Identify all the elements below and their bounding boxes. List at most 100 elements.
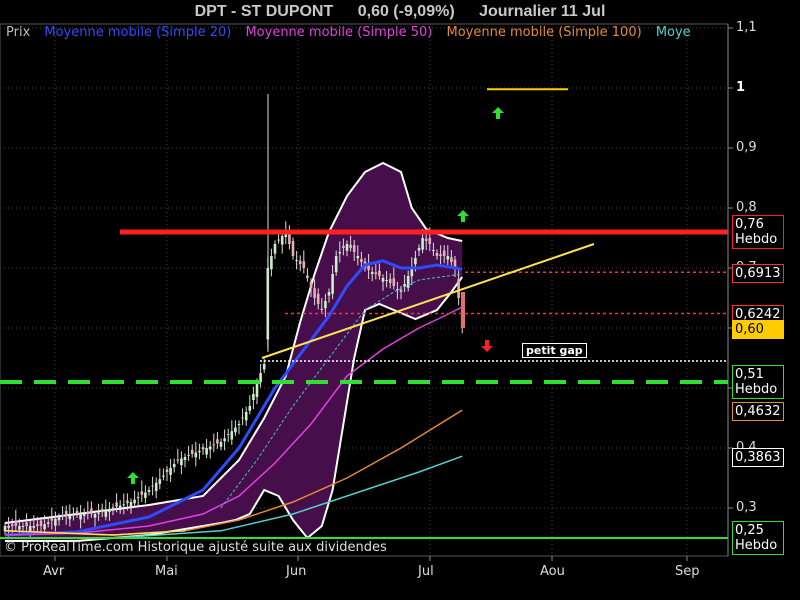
candle-body xyxy=(360,259,363,262)
candle-body xyxy=(331,274,334,294)
price-tag: 0,25 Hebdo xyxy=(732,521,784,555)
candle-body xyxy=(126,500,129,504)
candle-body xyxy=(90,508,93,514)
candle-body xyxy=(61,515,64,517)
candle-body xyxy=(180,458,183,466)
candle-body xyxy=(43,524,46,530)
candle-body xyxy=(352,245,356,252)
arrow-down-icon xyxy=(481,340,493,352)
candle-body xyxy=(255,382,259,397)
candle-body xyxy=(7,526,10,528)
candle-body xyxy=(100,508,104,512)
candle-body xyxy=(313,288,316,298)
candle-body xyxy=(147,490,151,492)
candle-body xyxy=(356,256,360,259)
price-tag-value: 0,3863 xyxy=(735,450,781,466)
price-tag: 0,6913 xyxy=(732,264,784,284)
band-fill xyxy=(5,163,463,541)
candle-body xyxy=(201,447,205,450)
candle-body xyxy=(28,526,32,532)
candle-body xyxy=(446,256,450,260)
candle-body xyxy=(93,514,97,518)
x-tick-label: Avr xyxy=(43,564,65,579)
price-tag-period: Hebdo xyxy=(735,232,778,247)
arrow-up-icon xyxy=(127,472,139,484)
candle-body xyxy=(381,278,385,282)
candle-body xyxy=(133,499,136,504)
candle-body xyxy=(262,364,266,370)
candle-body xyxy=(162,475,165,477)
candle-body xyxy=(212,444,216,446)
candle-body xyxy=(277,239,280,241)
candle-body xyxy=(14,520,18,526)
candle-body xyxy=(223,438,226,442)
candle-body xyxy=(25,522,28,526)
candle-body xyxy=(36,524,39,526)
candle-body xyxy=(349,244,352,248)
candle-body xyxy=(324,301,327,309)
candle-body xyxy=(399,289,403,292)
candle-body xyxy=(406,276,410,288)
candle-body xyxy=(385,280,388,281)
y-tick-label: 1 xyxy=(736,80,746,95)
candle-body xyxy=(421,238,424,250)
candle-body xyxy=(334,256,338,273)
legend-ma-extra: Moye xyxy=(655,25,691,40)
candle-body xyxy=(327,292,331,296)
level-lines xyxy=(0,88,728,539)
candle-body xyxy=(280,236,284,245)
legend-ma20: Moyenne mobile (Simple 20) xyxy=(44,25,232,40)
candle-body xyxy=(237,424,241,426)
candle-body xyxy=(190,449,194,454)
arrow-up-icon xyxy=(457,210,469,222)
x-tick-label: Aou xyxy=(540,564,565,579)
candle-body xyxy=(439,254,442,256)
candle-body xyxy=(298,260,302,264)
candle-body xyxy=(122,504,126,506)
chart-title: DPT - ST DUPONT 0,60 (-9,09%) Journalier… xyxy=(0,0,800,24)
candle-body xyxy=(151,485,154,487)
candle-body xyxy=(291,241,295,256)
candle-body xyxy=(10,524,14,526)
candle-body xyxy=(252,394,255,400)
period: Journalier 11 Jul xyxy=(479,3,606,20)
candle-body xyxy=(309,281,313,288)
candle-body xyxy=(248,406,252,411)
gap-annotation: petit gap xyxy=(522,343,587,358)
price-tag-value: 0,76 xyxy=(735,217,764,232)
candle-body xyxy=(158,479,162,484)
price-tag-period: Hebdo xyxy=(735,538,778,553)
y-tick-label: 0,8 xyxy=(736,200,757,215)
price-chart xyxy=(0,23,733,561)
candle-body xyxy=(432,250,435,251)
candle-body xyxy=(241,417,244,419)
candle-body xyxy=(118,505,122,511)
candle-body xyxy=(54,518,57,526)
candle-body xyxy=(86,512,90,514)
price-tag-value: 0,51 xyxy=(735,367,764,382)
candle-body xyxy=(57,517,61,521)
legend-price: Prix xyxy=(6,25,31,40)
candle-body xyxy=(392,278,396,286)
x-tick-label: Jun xyxy=(286,564,307,579)
candle-body xyxy=(187,454,190,456)
candle-body xyxy=(457,279,460,298)
candle-body xyxy=(216,439,219,444)
candle-body xyxy=(129,502,133,509)
candle-body xyxy=(198,451,201,453)
candle-body xyxy=(273,244,277,254)
candle-body xyxy=(108,509,111,512)
candle-body xyxy=(154,482,158,492)
candle-body xyxy=(424,238,428,241)
bollinger-band xyxy=(4,161,464,542)
candle-body xyxy=(115,502,118,507)
candle-body xyxy=(205,448,208,455)
candle-body xyxy=(417,248,421,251)
candle-body xyxy=(165,469,169,472)
y-tick-label: 0,3 xyxy=(736,500,757,515)
candle-body xyxy=(194,452,198,458)
candle-body xyxy=(450,257,453,262)
candle-body xyxy=(169,468,172,475)
price-tag: 0,4632 xyxy=(732,402,784,422)
candle-body xyxy=(72,514,75,516)
